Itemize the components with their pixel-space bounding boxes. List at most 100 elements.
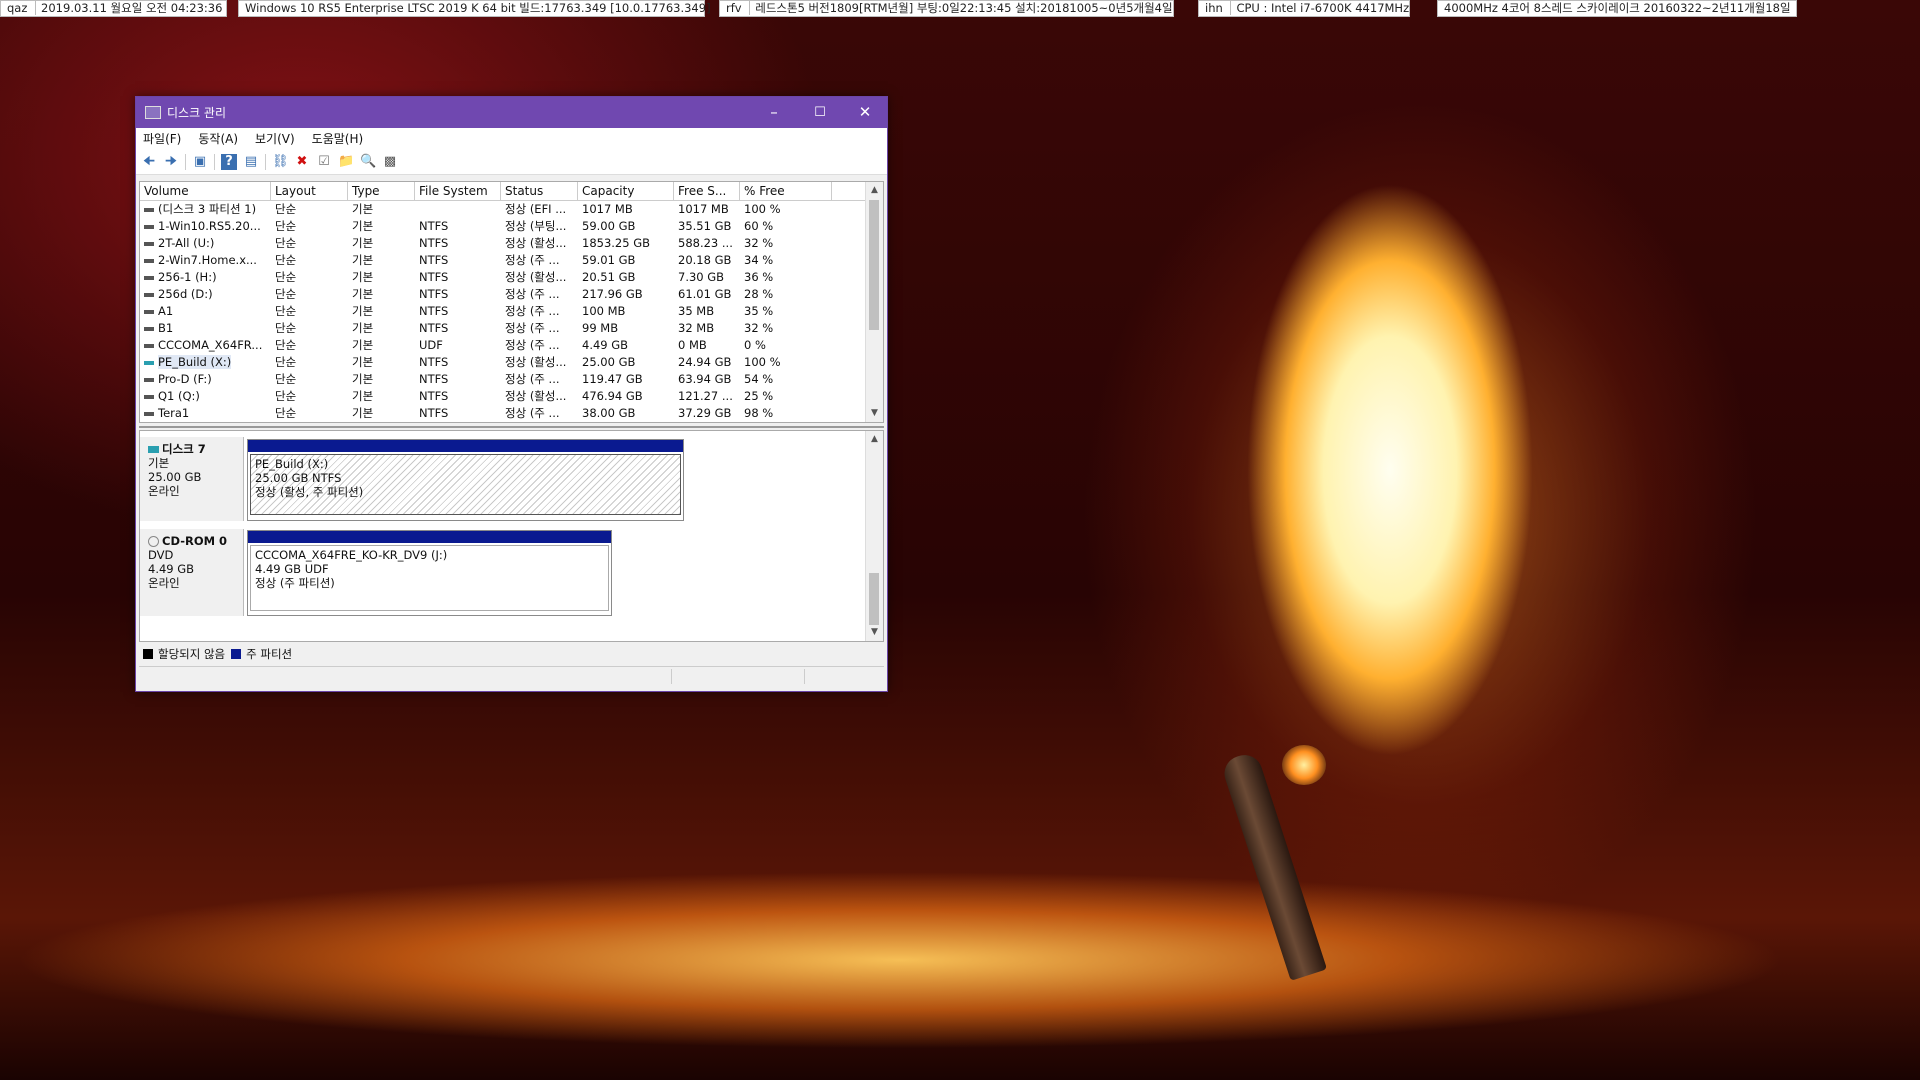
column-header-layout[interactable]: Layout: [271, 182, 348, 200]
topbar-tag: rfv: [726, 1, 742, 15]
build-info-text: 레드스톤5 버전1809[RTM년월] 부팅:0일22:13:45 설치:201…: [749, 1, 1173, 15]
cell-percent-free: 36 %: [740, 269, 832, 286]
connect-drive-icon[interactable]: ⛓: [272, 154, 289, 170]
table-row[interactable]: CCCOMA_X64FR... 단순 기본 UDF 정상 (주 ... 4.49 GB 0 …: [140, 337, 883, 354]
table-row[interactable]: A1 단순 기본 NTFS 정상 (주 ... 100 MB 35 MB 35 %: [140, 303, 883, 320]
cell-text: 38.00 GB: [582, 406, 636, 420]
cell-file-system: NTFS: [415, 303, 501, 320]
cell-volume: Pro-D (F:): [140, 371, 271, 388]
scroll-up-icon[interactable]: ▲: [866, 182, 883, 199]
cell-text: 256d (D:): [158, 287, 213, 301]
folder-up-icon[interactable]: 📁: [338, 154, 354, 170]
cdrom0-label[interactable]: CD-ROM 0 DVD 4.49 GB 온라인: [140, 529, 244, 616]
disk7-partition[interactable]: PE_Build (X:) 25.00 GB NTFS 정상 (활성, 주 파티…: [247, 439, 684, 521]
volume-list-scrollbar[interactable]: ▲ ▼: [865, 182, 883, 422]
cell-type: 기본: [348, 286, 415, 303]
topbar-item-2: Windows 10 RS5 Enterprise LTSC 2019 K 64…: [238, 0, 711, 17]
cdrom0-partition[interactable]: CCCOMA_X64FRE_KO-KR_DV9 (J:) 4.49 GB UDF…: [247, 530, 612, 616]
table-row[interactable]: 256d (D:) 단순 기본 NTFS 정상 (주 ... 217.96 GB 61.01…: [140, 286, 883, 303]
scroll-up-icon[interactable]: ▲: [866, 431, 883, 448]
cell-free-space: 1017 MB: [674, 201, 740, 218]
table-row[interactable]: Q1 (Q:) 단순 기본 NTFS 정상 (활성... 476.94 GB 121.27 …: [140, 388, 883, 405]
cell-percent-free: 32 %: [740, 235, 832, 252]
cell-text: NTFS: [419, 270, 449, 284]
column-header-free-space[interactable]: Free S...: [674, 182, 740, 200]
table-row[interactable]: (디스크 3 파티션 1) 단순 기본 정상 (EFI ... 1017 MB 1017 …: [140, 201, 883, 218]
menu-action[interactable]: 동작(A): [198, 130, 238, 147]
cell-text: NTFS: [419, 355, 449, 369]
volume-icon: [144, 258, 154, 263]
cell-layout: 단순: [271, 235, 348, 252]
menu-help[interactable]: 도움말(H): [312, 130, 364, 147]
console-tree-icon[interactable]: ▣: [192, 154, 208, 170]
cpu-detail-text: 4000MHz 4코어 8스레드 스카이레이크 20160322~2년11개월1…: [1444, 1, 1791, 15]
table-row[interactable]: Pro-D (F:) 단순 기본 NTFS 정상 (주 ... 119.47 GB 63.9…: [140, 371, 883, 388]
table-row[interactable]: 256-1 (H:) 단순 기본 NTFS 정상 (활성... 20.51 GB 7.30 …: [140, 269, 883, 286]
menu-file[interactable]: 파일(F): [143, 130, 181, 147]
topbar-tag: ihn: [1205, 1, 1223, 15]
scroll-thumb[interactable]: [869, 200, 879, 330]
cell-text: 98 %: [744, 406, 774, 420]
cell-volume: Q1 (Q:): [140, 388, 271, 405]
partition-size: 4.49 GB UDF: [255, 562, 329, 576]
cell-text: 0 %: [744, 338, 766, 352]
volume-icon: [144, 241, 154, 246]
pane-splitter[interactable]: [139, 426, 884, 428]
title-bar[interactable]: 디스크 관리 – ☐ ✕: [136, 97, 887, 128]
forward-icon[interactable]: 🠊: [163, 154, 179, 170]
table-row[interactable]: Tera1 단순 기본 NTFS 정상 (주 ... 38.00 GB 37.29 GB 98…: [140, 405, 883, 422]
cell-status: 정상 (주 ...: [501, 252, 578, 269]
cell-file-system: NTFS: [415, 218, 501, 235]
cell-text: 28 %: [744, 287, 774, 301]
table-row[interactable]: B1 단순 기본 NTFS 정상 (주 ... 99 MB 32 MB 32 %: [140, 320, 883, 337]
cell-text: 기본: [352, 270, 374, 284]
properties-icon[interactable]: ▤: [243, 154, 259, 170]
scroll-down-icon[interactable]: ▼: [866, 405, 883, 422]
volume-icon: [144, 411, 154, 416]
volume-icon: [144, 224, 154, 229]
menu-view[interactable]: 보기(V): [255, 130, 295, 147]
cell-percent-free: 98 %: [740, 405, 832, 422]
cell-type: 기본: [348, 303, 415, 320]
cell-volume: 2T-All (U:): [140, 235, 271, 252]
cell-text: PE_Build (X:): [158, 355, 232, 369]
cell-text: 정상 (활성...: [505, 270, 567, 284]
column-header-capacity[interactable]: Capacity: [578, 182, 674, 200]
search-folder-icon[interactable]: 🔍: [360, 154, 376, 170]
cell-volume: 2-Win7.Home.x...: [140, 252, 271, 269]
disk7-label[interactable]: 디스크 7 기본 25.00 GB 온라인: [140, 437, 244, 521]
toolbar-separator: [185, 153, 186, 170]
table-row[interactable]: 1-Win10.RS5.20... 단순 기본 NTFS 정상 (부팅... 59.00 …: [140, 218, 883, 235]
back-icon[interactable]: 🠈: [141, 154, 157, 170]
column-header-percent-free[interactable]: % Free: [740, 182, 832, 200]
column-header-volume[interactable]: Volume: [140, 182, 271, 200]
table-row[interactable]: PE_Build (X:) 단순 기본 NTFS 정상 (활성... 25.00 GB 24…: [140, 354, 883, 371]
cell-text: 4.49 GB: [582, 338, 629, 352]
table-row[interactable]: 2-Win7.Home.x... 단순 기본 NTFS 정상 (주 ... 59.01 G…: [140, 252, 883, 269]
candle-wick: [1219, 750, 1328, 981]
cell-status: 정상 (주 ...: [501, 303, 578, 320]
column-header-type[interactable]: Type: [348, 182, 415, 200]
close-button[interactable]: ✕: [842, 97, 888, 128]
volume-list[interactable]: Volume Layout Type File System Status Ca…: [139, 181, 884, 423]
cell-text: 60 %: [744, 219, 774, 233]
disk-management-window[interactable]: 디스크 관리 – ☐ ✕ 파일(F) 동작(A) 보기(V) 도움말(H) 🠈 …: [135, 96, 888, 692]
maximize-button[interactable]: ☐: [797, 97, 843, 128]
console-icon[interactable]: ▩: [382, 154, 398, 170]
checklist-icon[interactable]: ☑: [316, 154, 332, 170]
disk-view-scrollbar[interactable]: ▲ ▼: [865, 431, 883, 641]
cell-capacity: 38.00 GB: [578, 405, 674, 422]
cell-text: 32 %: [744, 321, 774, 335]
table-row[interactable]: 2T-All (U:) 단순 기본 NTFS 정상 (활성... 1853.25 GB 58…: [140, 235, 883, 252]
column-header-file-system[interactable]: File System: [415, 182, 501, 200]
scroll-down-icon[interactable]: ▼: [866, 624, 883, 641]
column-header-status[interactable]: Status: [501, 182, 578, 200]
minimize-button[interactable]: –: [751, 97, 797, 128]
cell-text: 61.01 GB: [678, 287, 732, 301]
scroll-thumb[interactable]: [869, 573, 879, 625]
help-icon[interactable]: ?: [221, 153, 237, 170]
cell-text: 단순: [275, 406, 297, 420]
delete-icon[interactable]: ✖: [294, 154, 310, 170]
disk-graphical-view[interactable]: 디스크 7 기본 25.00 GB 온라인 PE_Build (X:) 25.0…: [139, 430, 884, 642]
cell-capacity: 59.00 GB: [578, 218, 674, 235]
